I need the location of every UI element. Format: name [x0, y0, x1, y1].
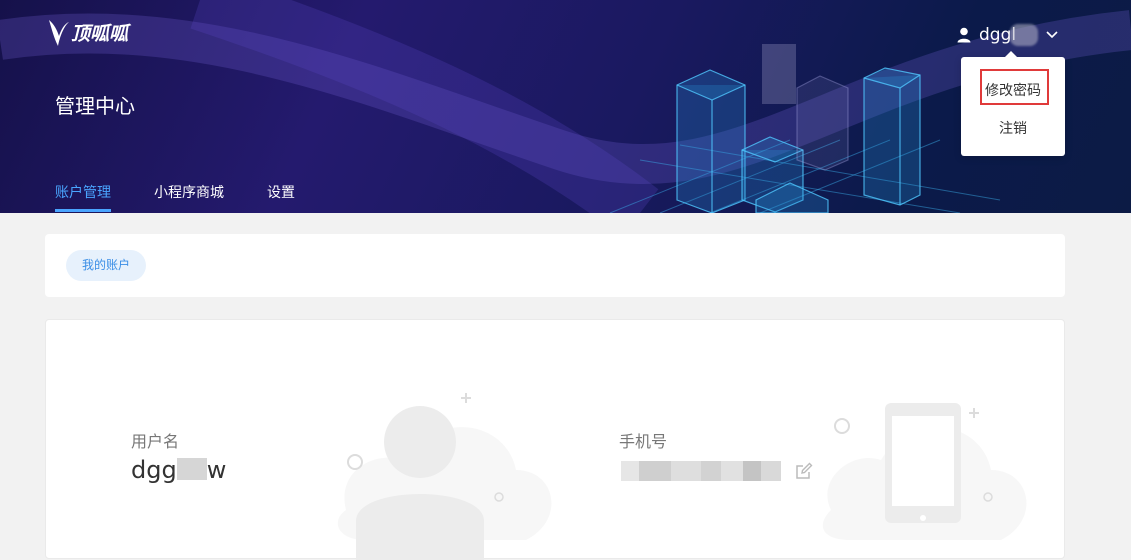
tab-account-management[interactable]: 账户管理 — [55, 182, 111, 213]
highlight-box — [980, 69, 1049, 105]
brand-logo[interactable]: 顶呱呱 — [46, 16, 128, 48]
avatar-placeholder-illustration — [337, 393, 552, 560]
logo-mark-icon — [49, 20, 69, 46]
username-value: dgg w — [131, 456, 226, 484]
tab-settings[interactable]: 设置 — [267, 182, 295, 213]
my-account-pill[interactable]: 我的账户 — [66, 250, 147, 281]
page-title: 管理中心 — [55, 94, 135, 118]
username-label: 用户名 — [131, 432, 180, 451]
edit-icon[interactable] — [795, 462, 813, 480]
username-value-prefix: dgg — [131, 456, 177, 484]
username-redacted-block — [176, 458, 207, 480]
chevron-down-icon — [1046, 31, 1058, 39]
breadcrumb-card: 我的账户 — [45, 234, 1065, 297]
username-redacted — [1010, 24, 1039, 46]
username-value-suffix: w — [206, 456, 227, 484]
logo-text: 顶呱呱 — [71, 22, 129, 45]
user-icon — [957, 27, 971, 43]
menu-item-logout[interactable]: 注销 — [961, 118, 1065, 138]
main-nav: 账户管理 小程序商城 设置 — [55, 182, 338, 213]
user-menu-trigger[interactable]: dggl — [957, 24, 1058, 46]
phone-label: 手机号 — [619, 432, 668, 451]
account-info-card: 用户名 dgg w 手机号 — [45, 319, 1065, 560]
phone-placeholder-illustration — [822, 403, 1027, 540]
phone-redacted — [621, 461, 781, 481]
tab-mini-program-mall[interactable]: 小程序商城 — [154, 182, 224, 213]
